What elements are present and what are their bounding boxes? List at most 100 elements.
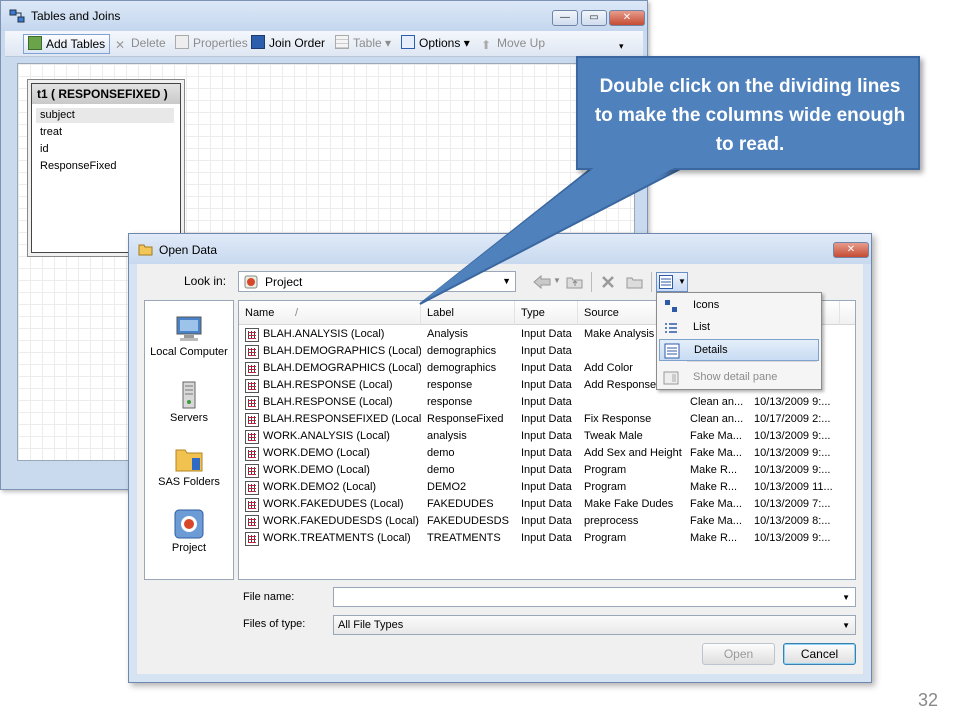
new-folder-icon[interactable]	[626, 274, 644, 290]
move-up-button[interactable]: ⬆ Move Up	[475, 34, 549, 54]
icons-view-icon	[665, 300, 677, 312]
tables-joins-icon	[9, 9, 25, 23]
cell-type: Input Data	[521, 379, 572, 391]
column-header-name[interactable]: Name /	[239, 301, 421, 325]
table-card[interactable]: t1 ( RESPONSEFIXED ) subject treat id Re…	[31, 83, 181, 253]
cell-name: WORK.ANALYSIS (Local)	[263, 430, 390, 442]
cell-desc: Make R...	[690, 532, 738, 544]
delete-file-icon[interactable]	[600, 274, 616, 290]
cell-date: 10/13/2009 9:...	[754, 464, 831, 476]
close-button[interactable]: ✕	[609, 10, 645, 26]
cell-name: WORK.FAKEDUDESDS (Local)	[263, 515, 419, 527]
cell-type: Input Data	[521, 396, 572, 408]
cell-type: Input Data	[521, 345, 572, 357]
cell-label: DEMO2	[427, 481, 467, 493]
tables-window-title: Tables and Joins	[31, 9, 121, 23]
table-row[interactable]: WORK.ANALYSIS (Local) analysis Input Data T…	[239, 429, 855, 446]
cell-label: demo	[427, 447, 455, 459]
cell-desc: Fake Ma...	[690, 430, 742, 442]
column-item[interactable]: subject	[40, 109, 75, 121]
menu-item-show-detail-pane[interactable]: Show detail pane	[659, 367, 819, 389]
chevron-down-icon: ▼	[842, 621, 850, 630]
cell-label: ResponseFixed	[427, 413, 504, 425]
column-header-label[interactable]: Label	[421, 301, 515, 325]
tables-toolbar: Add Tables ✕ Delete Properties Join Order…	[5, 31, 643, 57]
cell-desc: Fake Ma...	[690, 498, 742, 510]
table-row[interactable]: BLAH.RESPONSEFIXED (Local) ResponseFixed I…	[239, 412, 855, 429]
server-icon	[182, 381, 196, 409]
cell-name: WORK.DEMO2 (Local)	[263, 481, 377, 493]
cell-source: Fix Response	[584, 413, 652, 425]
up-folder-icon[interactable]	[566, 274, 584, 290]
cell-source: Tweak Male	[584, 430, 643, 442]
table-row[interactable]: WORK.DEMO (Local) demo Input Data Program Ma…	[239, 463, 855, 480]
cell-desc: Make R...	[690, 481, 738, 493]
toolbar-separator	[591, 272, 592, 292]
back-history-chevron-icon[interactable]: ▼	[553, 276, 561, 285]
project-icon	[174, 509, 204, 539]
file-name-label: File name:	[243, 591, 295, 603]
cell-type: Input Data	[521, 413, 572, 425]
options-menu-button[interactable]: Options ▾	[397, 34, 474, 54]
properties-button[interactable]: Properties	[171, 34, 252, 54]
views-menu-button[interactable]: ▼	[656, 272, 688, 292]
dataset-icon	[245, 396, 259, 410]
tables-window-titlebar[interactable]: Tables and Joins — ▭ ✕	[1, 1, 647, 31]
cell-name: BLAH.DEMOGRAPHICS (Local)	[263, 345, 421, 357]
computer-icon	[176, 316, 202, 341]
column-item[interactable]: treat	[40, 126, 62, 138]
file-type-select[interactable]: All File Types ▼	[333, 615, 856, 635]
properties-icon	[175, 35, 189, 49]
look-in-label: Look in:	[184, 274, 227, 288]
column-header-type[interactable]: Type	[515, 301, 578, 325]
add-tables-button[interactable]: Add Tables	[23, 34, 111, 54]
place-local-computer[interactable]: Local Computer	[145, 315, 233, 358]
sas-folder-icon	[175, 449, 203, 472]
places-bar: Local Computer Servers SAS Folders Proje…	[144, 300, 234, 580]
look-in-value: Project	[265, 275, 303, 289]
table-row[interactable]: BLAH.RESPONSE (Local) response Input Data C…	[239, 395, 855, 412]
toolbar-overflow-icon[interactable]: ▾	[619, 41, 624, 52]
cell-name: WORK.FAKEDUDES (Local)	[263, 498, 404, 510]
table-row[interactable]: WORK.TREATMENTS (Local) TREATMENTS Input D…	[239, 531, 855, 548]
cell-desc: Make R...	[690, 464, 738, 476]
cell-type: Input Data	[521, 447, 572, 459]
place-servers[interactable]: Servers	[145, 381, 233, 424]
join-order-icon	[251, 35, 265, 49]
back-icon[interactable]	[532, 274, 552, 290]
cell-type: Input Data	[521, 498, 572, 510]
menu-item-details[interactable]: Details	[659, 339, 819, 361]
place-sas-folders[interactable]: SAS Folders	[145, 445, 233, 488]
column-item[interactable]: id	[40, 143, 49, 155]
file-name-input[interactable]: ▼	[333, 587, 856, 607]
open-button[interactable]: Open	[702, 643, 775, 665]
table-row[interactable]: WORK.FAKEDUDES (Local) FAKEDUDES Input Dat…	[239, 497, 855, 514]
dialog-close-button[interactable]: ✕	[833, 242, 869, 258]
maximize-button[interactable]: ▭	[581, 10, 607, 26]
table-row[interactable]: WORK.DEMO (Local) demo Input Data Add Sex a…	[239, 446, 855, 463]
cancel-button[interactable]: Cancel	[783, 643, 856, 665]
column-item[interactable]: ResponseFixed	[40, 160, 116, 172]
menu-item-icons[interactable]: Icons	[659, 295, 819, 317]
table-row[interactable]: WORK.FAKEDUDESDS (Local) FAKEDUDESDS Input…	[239, 514, 855, 531]
look-in-dropdown[interactable]: Project ▼	[238, 271, 516, 292]
minimize-button[interactable]: —	[552, 10, 578, 26]
cell-source: Program	[584, 481, 627, 493]
menu-item-list[interactable]: List	[659, 317, 819, 339]
cell-name: BLAH.ANALYSIS (Local)	[263, 328, 385, 340]
cell-name: BLAH.DEMOGRAPHICS (Local)	[263, 362, 421, 374]
delete-button[interactable]: ✕ Delete	[109, 34, 170, 54]
join-order-button[interactable]: Join Order	[247, 34, 329, 54]
dataset-icon	[245, 362, 259, 376]
options-icon	[401, 35, 415, 49]
detail-pane-icon	[663, 371, 679, 385]
cell-date: 10/13/2009 7:...	[754, 498, 831, 510]
dataset-icon	[245, 464, 259, 478]
table-menu-button[interactable]: Table ▾	[331, 34, 395, 54]
menu-separator	[687, 361, 817, 362]
open-dialog-titlebar[interactable]: Open Data ✕	[129, 234, 871, 264]
place-project[interactable]: Project	[145, 509, 233, 554]
table-row[interactable]: WORK.DEMO2 (Local) DEMO2 Input Data Program…	[239, 480, 855, 497]
cell-type: Input Data	[521, 515, 572, 527]
dataset-icon	[245, 379, 259, 393]
